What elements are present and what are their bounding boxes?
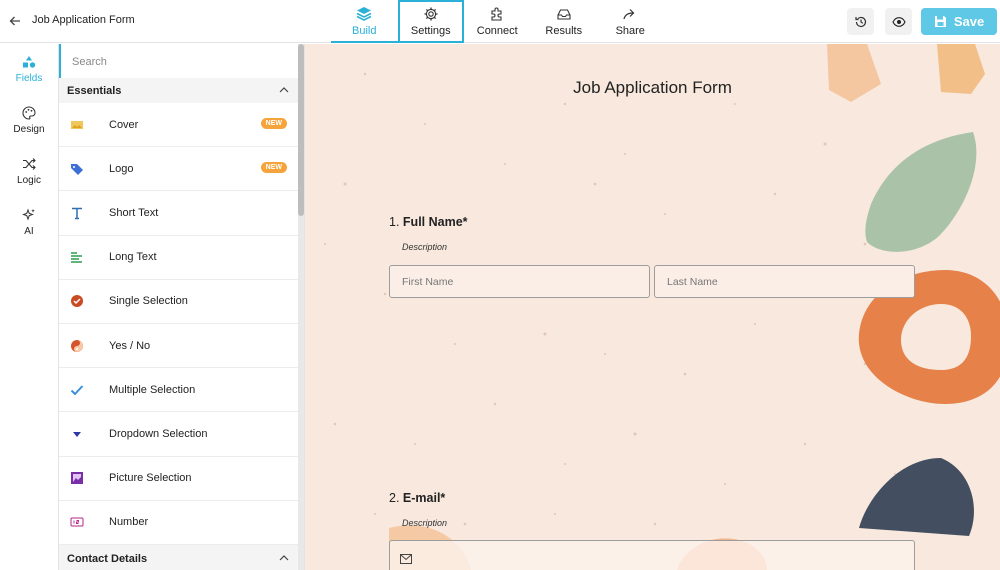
rail-item-design[interactable]: Design (0, 95, 58, 146)
layers-icon (356, 7, 372, 21)
fields-panel: Search Essentials Cover NEW Logo NEW Sho… (59, 44, 305, 570)
section-contact-details[interactable]: Contact Details (59, 547, 298, 570)
check-circle-icon (70, 294, 84, 308)
tab-label: Connect (476, 25, 518, 37)
field-label: Number (109, 516, 149, 529)
rail-label: Logic (17, 175, 41, 186)
check-icon (70, 383, 84, 397)
tab-label: Settings (410, 25, 451, 37)
question-title: E-mail* (402, 491, 446, 505)
shapes-icon (23, 56, 36, 68)
form-title: Job Application Form (573, 78, 732, 97)
question-1-label: 1. Full Name* (389, 215, 468, 229)
picture-icon (70, 471, 84, 485)
question-number: 2. (389, 491, 400, 505)
scroll-thumb[interactable] (298, 44, 304, 216)
last-name-input[interactable]: Last Name (654, 265, 915, 298)
rail-item-logic[interactable]: Logic (0, 146, 58, 197)
field-item-dropdown-selection[interactable]: Dropdown Selection (59, 412, 298, 457)
field-item-short-text[interactable]: Short Text (59, 191, 298, 236)
preview-button[interactable] (885, 8, 912, 35)
field-label: Cover (109, 118, 139, 131)
history-button[interactable] (847, 8, 874, 35)
question-number: 1. (389, 215, 400, 229)
section-title: Contact Details (67, 553, 148, 565)
chevron-up-icon (279, 87, 289, 93)
question-1-description: Description (402, 242, 448, 252)
field-item-logo[interactable]: Logo NEW (59, 147, 298, 192)
field-item-cover[interactable]: Cover NEW (59, 103, 298, 148)
question-2-description: Description (402, 518, 448, 528)
text-t-icon (70, 206, 84, 220)
floppy-disk-icon (934, 16, 946, 27)
field-item-number[interactable]: Number (59, 500, 298, 545)
tab-label: Results (545, 25, 583, 37)
field-item-single-selection[interactable]: Single Selection (59, 279, 298, 324)
rail-label: AI (24, 226, 34, 237)
chevron-up-icon (279, 555, 289, 561)
tab-settings[interactable]: Settings (397, 0, 464, 43)
save-button[interactable]: Save (921, 8, 997, 35)
yes-no-icon (70, 339, 84, 353)
field-label: Multiple Selection (109, 383, 196, 396)
share-icon (623, 9, 635, 20)
number-icon (70, 515, 84, 529)
tab-label: Build (352, 25, 377, 37)
section-title: Essentials (67, 85, 122, 97)
eye-icon (891, 16, 906, 27)
rail-label: Fields (15, 73, 43, 84)
image-icon (70, 118, 84, 132)
field-label: Yes / No (109, 339, 151, 352)
tab-connect[interactable]: Connect (464, 0, 531, 43)
left-rail: Fields Design Logic AI (0, 44, 59, 570)
gear-icon (424, 7, 438, 21)
form-name: Job Application Form (32, 14, 135, 26)
history-icon (854, 16, 866, 27)
new-badge: NEW (260, 162, 287, 174)
search-input[interactable]: Search (59, 44, 298, 78)
panel-scrollbar[interactable] (298, 44, 304, 570)
field-label: Picture Selection (109, 472, 192, 485)
section-essentials[interactable]: Essentials (59, 79, 298, 103)
top-bar: Job Application Form Build Settings Conn… (0, 0, 1000, 43)
email-input[interactable] (389, 540, 915, 570)
inbox-icon (557, 9, 571, 20)
new-badge: NEW (260, 118, 287, 129)
save-label: Save (953, 14, 985, 29)
tab-build[interactable]: Build (331, 0, 398, 43)
field-item-long-text[interactable]: Long Text (59, 235, 298, 280)
puzzle-icon (491, 7, 502, 21)
question-title: Full Name* (402, 215, 468, 229)
field-list: Cover NEW Logo NEW Short Text Long Text … (59, 103, 298, 545)
tag-icon (70, 162, 84, 176)
first-name-input[interactable]: First Name (389, 265, 650, 298)
sparkle-icon (22, 208, 35, 221)
back-arrow-icon[interactable] (6, 12, 24, 30)
tab-results[interactable]: Results (531, 0, 598, 43)
field-item-yes-no[interactable]: Yes / No (59, 323, 298, 369)
field-item-multiple-selection[interactable]: Multiple Selection (59, 368, 298, 413)
rail-item-ai[interactable]: AI (0, 197, 58, 248)
form-canvas: Job Application Form 1. Full Name* Descr… (305, 44, 1000, 570)
rail-label: Design (13, 124, 45, 135)
rail-item-fields[interactable]: Fields (0, 44, 58, 95)
main-tabs: Build Settings Connect Results Share (331, 0, 664, 43)
tab-share[interactable]: Share (597, 0, 664, 43)
field-item-picture-selection[interactable]: Picture Selection (59, 456, 298, 501)
field-label: Short Text (109, 206, 159, 219)
tab-label: Share (615, 25, 645, 37)
question-2-label: 2. E-mail* (389, 491, 445, 505)
palette-icon (22, 106, 36, 120)
field-label: Single Selection (109, 295, 188, 308)
envelope-icon (400, 554, 412, 564)
field-label: Dropdown Selection (109, 427, 208, 440)
dropdown-icon (70, 427, 84, 441)
field-label: Long Text (109, 251, 157, 264)
shuffle-icon (23, 158, 36, 170)
field-label: Logo (109, 162, 134, 175)
long-text-icon (70, 250, 84, 264)
